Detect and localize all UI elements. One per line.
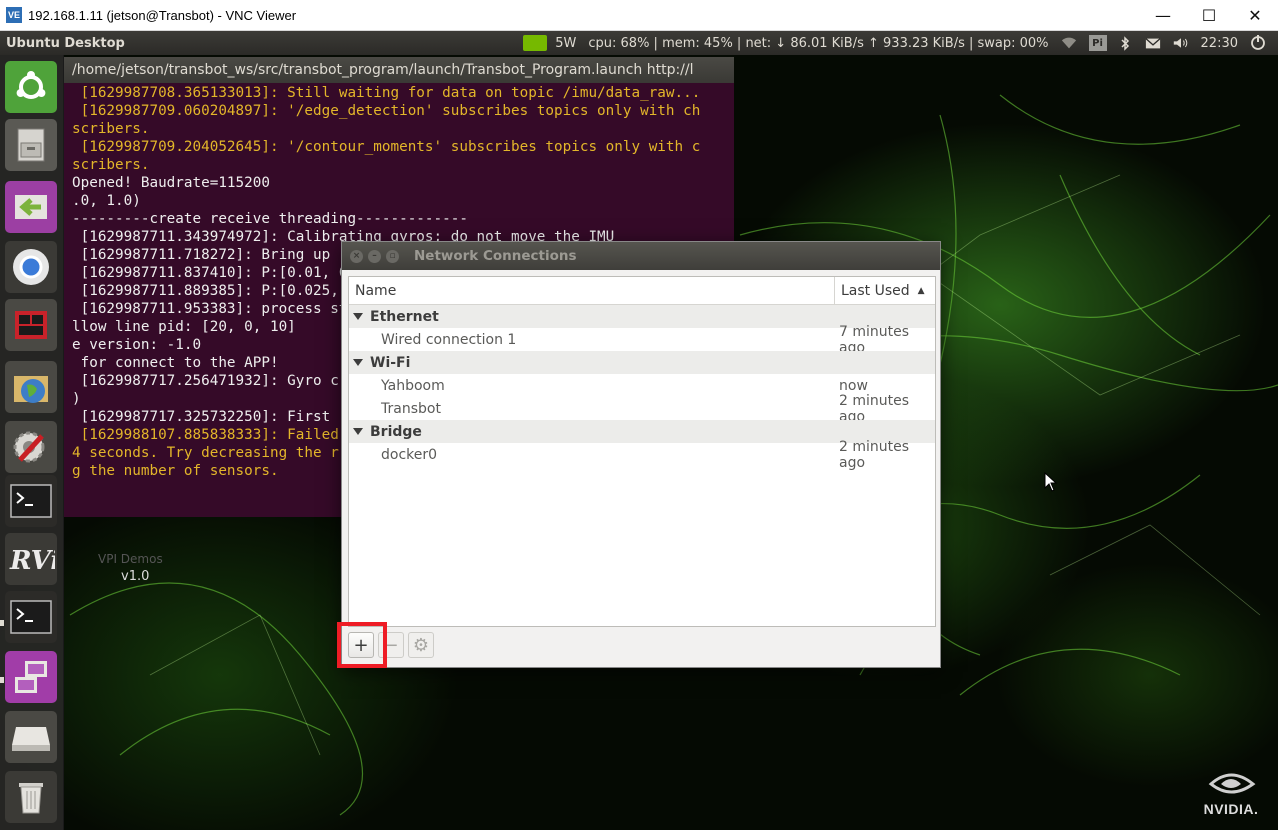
expander-triangle-icon[interactable] [353, 428, 363, 435]
running-indicator [0, 677, 4, 683]
column-header-name[interactable]: Name [349, 277, 835, 304]
power-gear-icon[interactable] [1250, 35, 1266, 50]
system-stats[interactable]: cpu: 68% | mem: 45% | net: ↓ 86.01 KiB/s… [588, 36, 1048, 51]
connection-name: Yahboom [381, 377, 445, 394]
terminal-line: [1629987709.060204897]: '/edge_detection… [72, 103, 701, 119]
rviz-icon: RViz [9, 546, 55, 576]
launcher-trash-button[interactable] [5, 771, 57, 823]
network-connections-dialog: × – ▫ Network Connections Name Last Used… [341, 241, 941, 668]
clock[interactable]: 22:30 [1201, 36, 1238, 51]
pi-badge[interactable]: Pi [1088, 35, 1107, 51]
launcher-files-button[interactable] [5, 119, 57, 171]
nvidia-indicator-icon[interactable] [523, 35, 548, 51]
launcher-drive-button[interactable] [5, 711, 57, 763]
volume-icon[interactable] [1173, 36, 1189, 50]
unity-launcher: RViz [0, 55, 64, 830]
dialog-titlebar[interactable]: × – ▫ Network Connections [342, 242, 940, 270]
vpi-demos-label: VPI Demos [98, 552, 163, 566]
edit-connection-button[interactable]: ⚙ [408, 632, 434, 658]
chromium-icon [13, 249, 49, 285]
connection-rows: Ethernet Wired connection 17 minutes ago W… [349, 305, 935, 471]
monitor-icon [15, 311, 47, 339]
terminal-line: Opened! Baudrate=115200 [72, 175, 270, 191]
terminal-line: ---------create receive threading-------… [72, 211, 468, 227]
sort-ascending-icon: ▲ [917, 285, 925, 296]
list-header: Name Last Used ▲ [349, 277, 935, 305]
launcher-remote-desktop-button[interactable] [5, 181, 57, 233]
connection-name: docker0 [381, 446, 438, 463]
settings-wrench-icon [13, 431, 45, 463]
terminal-line: scribers. [72, 157, 150, 173]
group-label: Ethernet [370, 308, 439, 325]
vpi-version-label: v1.0 [121, 569, 150, 584]
panel-indicators: 5W cpu: 68% | mem: 45% | net: ↓ 86.01 Ki… [523, 31, 1278, 55]
ubuntu-logo-icon [16, 71, 46, 99]
connection-row[interactable]: docker0 2 minutes ago [349, 439, 935, 471]
launcher-terminal-2-button[interactable] [5, 591, 57, 643]
vnc-logo-icon: VE [6, 7, 22, 23]
column-last-used-label: Last Used [841, 282, 910, 299]
power-indicator[interactable]: 5W [555, 36, 576, 51]
connection-row[interactable]: Transbot 2 minutes ago [349, 393, 935, 425]
launcher-network-connections-button[interactable] [5, 651, 57, 703]
terminal-icon [10, 484, 52, 518]
dialog-minimize-button[interactable]: – [368, 249, 381, 263]
terminal-titlebar[interactable]: /home/jetson/transbot_ws/src/transbot_pr… [64, 57, 734, 83]
trash-icon [19, 783, 43, 814]
connection-last-used: now [839, 377, 868, 394]
connection-group-row[interactable]: Wi-Fi [349, 351, 935, 374]
nvidia-eye-icon [1208, 773, 1256, 794]
terminal-icon [10, 600, 52, 634]
desktop-title: Ubuntu Desktop [6, 35, 125, 51]
terminal-line: [1629987708.365133013]: Still waiting fo… [72, 85, 701, 101]
vnc-window-titlebar: VE 192.168.1.11 (jetson@Transbot) - VNC … [0, 0, 1278, 31]
terminal-line: .0, 1.0) [72, 193, 141, 209]
launcher-settings-button[interactable] [5, 421, 57, 473]
launcher-chromium-button[interactable] [5, 241, 57, 293]
vnc-window-title: 192.168.1.11 (jetson@Transbot) - VNC Vie… [28, 7, 297, 23]
drive-icon [12, 727, 50, 751]
add-button-highlight [337, 622, 387, 668]
close-button[interactable]: ✕ [1232, 0, 1278, 31]
nvidia-wordmark: NVIDIA. [1203, 801, 1259, 817]
dialog-title: Network Connections [414, 248, 577, 264]
group-label: Wi-Fi [370, 354, 411, 371]
wifi-icon[interactable] [1061, 36, 1077, 50]
globe-icon [14, 376, 48, 403]
network-icon [15, 661, 47, 693]
connection-name: Transbot [381, 400, 441, 417]
connection-row[interactable]: Wired connection 17 minutes ago [349, 324, 935, 356]
ubuntu-top-panel: Ubuntu Desktop 5W cpu: 68% | mem: 45% | … [0, 31, 1278, 55]
terminal-line: [1629987709.204052645]: '/contour_moment… [72, 139, 701, 155]
mouse-cursor-icon [1044, 472, 1058, 492]
bluetooth-icon[interactable] [1117, 35, 1133, 51]
launcher-terminal-button[interactable] [5, 475, 57, 527]
group-label: Bridge [370, 423, 422, 440]
expander-triangle-icon[interactable] [353, 313, 363, 320]
mail-icon[interactable] [1144, 36, 1161, 50]
minimize-button[interactable]: — [1140, 0, 1186, 31]
nvidia-logo: NVIDIA. [1196, 768, 1266, 820]
column-name-label: Name [355, 282, 397, 299]
connection-name: Wired connection 1 [381, 331, 517, 348]
launcher-map-button[interactable] [5, 361, 57, 413]
launcher-system-monitor-button[interactable] [5, 299, 57, 351]
terminal-line: scribers. [72, 121, 150, 137]
launcher-rviz-button[interactable]: RViz [5, 533, 57, 585]
connection-last-used: 2 minutes ago [839, 438, 910, 471]
dialog-maximize-button[interactable]: ▫ [386, 249, 399, 263]
launcher-dash-button[interactable] [5, 61, 57, 113]
svg-text:RViz: RViz [9, 546, 55, 576]
column-header-last-used[interactable]: Last Used ▲ [835, 277, 935, 304]
dialog-close-button[interactable]: × [350, 249, 363, 263]
arrow-left-icon [15, 195, 47, 219]
file-cabinet-icon [17, 128, 45, 162]
expander-triangle-icon[interactable] [353, 359, 363, 366]
maximize-button[interactable]: ☐ [1186, 0, 1232, 31]
connections-list[interactable]: Name Last Used ▲ Ethernet Wired connection… [348, 276, 936, 627]
running-indicator [0, 620, 4, 626]
